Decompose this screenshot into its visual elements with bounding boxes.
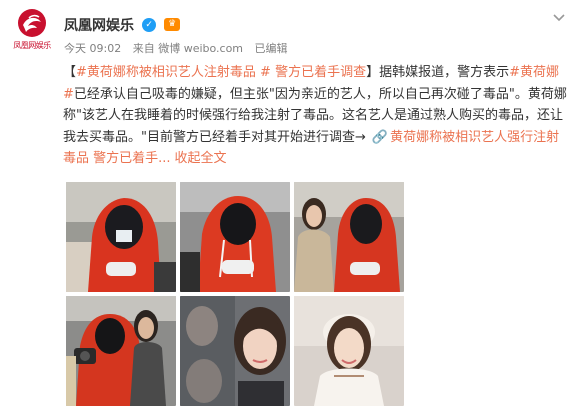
topic-link[interactable]: #黄荷娜称被相识艺人注射毒品 # 警方已着手调查 [76,65,366,80]
post-header: 凤凰网娱乐 ✓ ♛ 今天 09:02 来自 微博 weibo.com 已编辑 [64,14,576,58]
post-meta: 今天 09:02 来自 微博 weibo.com 已编辑 [64,40,296,56]
post-source: 来自 微博 weibo.com [132,42,244,55]
post-text: 】据韩媒报道，警方表示 [366,65,510,80]
photo-3[interactable] [294,182,404,292]
collapse-button[interactable]: 收起全文 [175,151,227,166]
photo-1[interactable] [66,182,176,292]
link-icon: 🔗 [371,129,389,145]
photo-5[interactable] [180,296,290,406]
phoenix-logo-icon [18,9,46,37]
photo-4[interactable] [66,296,176,406]
logo-caption: 凤凰网娱乐 [13,41,51,50]
photo-2[interactable] [180,182,290,292]
post-content: 【#黄荷娜称被相识艺人注射毒品 # 警方已着手调查】据韩媒报道，警方表示#黄荷娜… [63,65,567,166]
post-time[interactable]: 今天 09:02 [64,42,121,55]
verified-badge-icon: ✓ [142,17,157,32]
account-name[interactable]: 凤凰网娱乐 [64,15,134,35]
photo-6[interactable] [294,296,404,406]
account-avatar[interactable]: 凤凰网娱乐 [6,8,58,58]
chevron-down-icon[interactable] [551,12,567,24]
edited-label[interactable]: 已编辑 [255,42,288,55]
vip-badge-icon: ♛ [164,18,181,31]
